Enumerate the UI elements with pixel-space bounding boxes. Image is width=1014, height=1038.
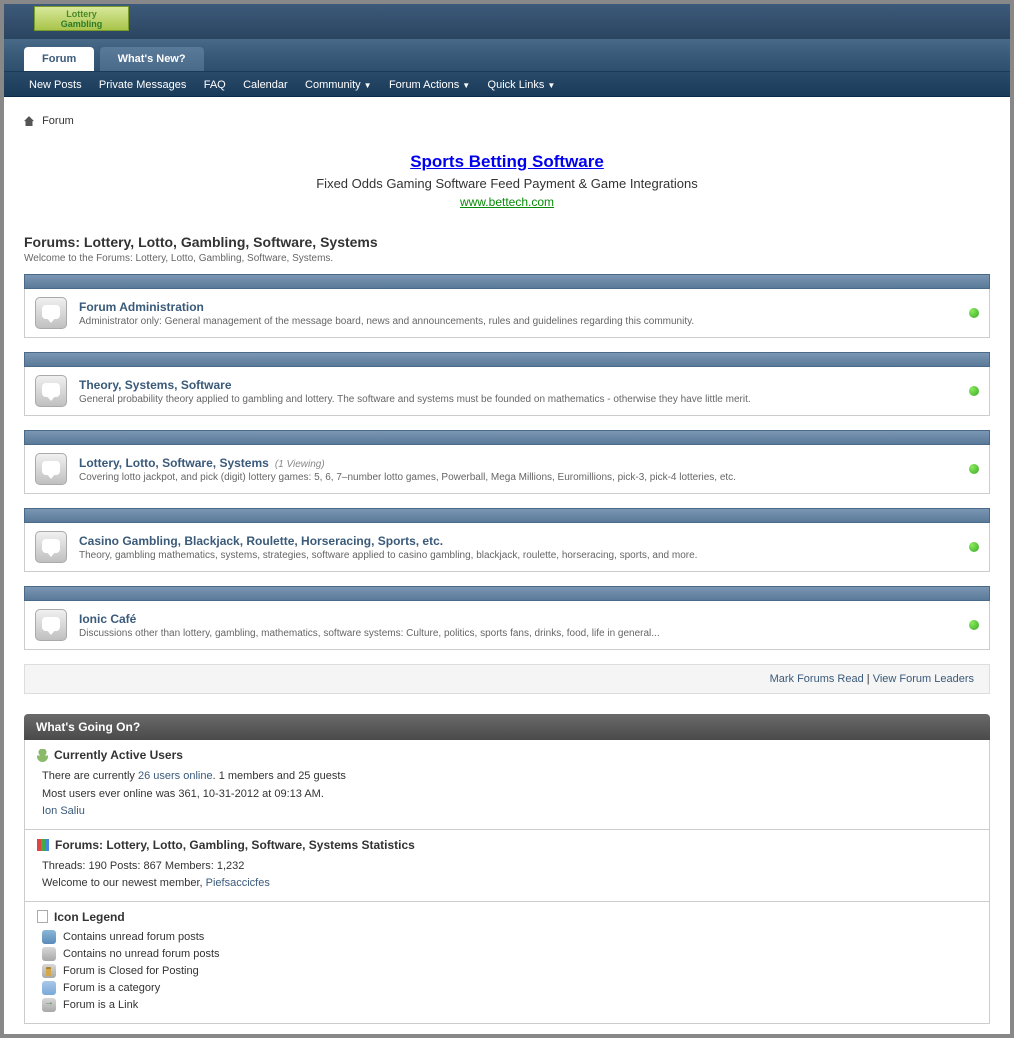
ad-description: Fixed Odds Gaming Software Feed Payment …	[24, 176, 990, 191]
chevron-down-icon: ▼	[364, 81, 372, 90]
subnav-private-messages[interactable]: Private Messages	[99, 79, 186, 91]
forum-category-header[interactable]	[24, 430, 990, 445]
forum-row[interactable]: Forum Administration Administrator only: …	[24, 289, 990, 338]
category-icon	[42, 981, 56, 995]
forum-title-link[interactable]: Ionic Café	[79, 612, 136, 626]
forum-description: General probability theory applied to ga…	[79, 394, 969, 405]
forum-title-link[interactable]: Casino Gambling, Blackjack, Roulette, Ho…	[79, 534, 443, 548]
online-status-icon	[969, 464, 979, 474]
online-status-icon	[969, 308, 979, 318]
view-forum-leaders-link[interactable]: View Forum Leaders	[873, 673, 974, 685]
breadcrumb-forum[interactable]: Forum	[42, 115, 74, 127]
active-users-title: Currently Active Users	[37, 748, 977, 762]
forum-description: Theory, gambling mathematics, systems, s…	[79, 550, 969, 561]
legend-category: Forum is a category	[37, 981, 977, 995]
forum-viewing-count: (1 Viewing)	[275, 459, 325, 470]
forum-title-link[interactable]: Theory, Systems, Software	[79, 378, 232, 392]
mark-forums-read-link[interactable]: Mark Forums Read	[770, 673, 864, 685]
page-title: Forums: Lottery, Lotto, Gambling, Softwa…	[24, 234, 990, 250]
forum-category-header[interactable]	[24, 352, 990, 367]
icon-legend-section: Icon Legend Contains unread forum posts …	[24, 902, 990, 1024]
forum-block: Casino Gambling, Blackjack, Roulette, Ho…	[24, 508, 990, 572]
unread-posts-icon	[42, 930, 56, 944]
forum-status-icon	[35, 531, 67, 563]
footer-links: Mark Forums Read | View Forum Leaders	[24, 664, 990, 694]
ad-title-link[interactable]: Sports Betting Software	[24, 152, 990, 172]
forum-status-icon	[35, 453, 67, 485]
link-forum-icon	[42, 998, 56, 1012]
forum-title-link[interactable]: Lottery, Lotto, Software, Systems	[79, 456, 269, 470]
tab-forum[interactable]: Forum	[24, 47, 94, 71]
subnav-community[interactable]: Community▼	[305, 79, 372, 91]
page-welcome: Welcome to the Forums: Lottery, Lotto, G…	[24, 253, 990, 264]
online-status-icon	[969, 542, 979, 552]
forum-title-link[interactable]: Forum Administration	[79, 300, 204, 314]
no-unread-posts-icon	[42, 947, 56, 961]
forum-category-header[interactable]	[24, 586, 990, 601]
forum-category-header[interactable]	[24, 508, 990, 523]
chevron-down-icon: ▼	[547, 81, 555, 90]
header-bar: Lottery Gambling	[4, 4, 1010, 39]
users-online-link[interactable]: 26 users online	[138, 770, 213, 782]
forum-block: Lottery, Lotto, Software, Systems (1 View…	[24, 430, 990, 494]
icon-legend-title: Icon Legend	[37, 910, 977, 924]
user-icon	[37, 749, 48, 762]
forum-stats-title: Forums: Lottery, Lotto, Gambling, Softwa…	[37, 838, 977, 852]
sub-navigation: New Posts Private Messages FAQ Calendar …	[4, 72, 1010, 97]
forum-row[interactable]: Lottery, Lotto, Software, Systems (1 View…	[24, 445, 990, 494]
forum-row[interactable]: Ionic Café Discussions other than lottery…	[24, 601, 990, 650]
forum-row[interactable]: Casino Gambling, Blackjack, Roulette, Ho…	[24, 523, 990, 572]
legend-closed: Forum is Closed for Posting	[37, 964, 977, 978]
forum-description: Discussions other than lottery, gambling…	[79, 628, 969, 639]
forum-description: Covering lotto jackpot, and pick (digit)…	[79, 472, 969, 483]
subnav-new-posts[interactable]: New Posts	[29, 79, 82, 91]
forum-status-icon	[35, 297, 67, 329]
subnav-faq[interactable]: FAQ	[204, 79, 226, 91]
member-link[interactable]: Ion Saliu	[42, 805, 85, 817]
home-icon[interactable]	[24, 116, 34, 126]
forum-description: Administrator only: General management o…	[79, 316, 969, 327]
forum-status-icon	[35, 609, 67, 641]
forum-block: Ionic Café Discussions other than lottery…	[24, 586, 990, 650]
legend-unread: Contains unread forum posts	[37, 930, 977, 944]
forum-stats-section: Forums: Lottery, Lotto, Gambling, Softwa…	[24, 830, 990, 902]
most-users-online: Most users ever online was 361, 10-31-20…	[42, 786, 977, 804]
subnav-calendar[interactable]: Calendar	[243, 79, 288, 91]
stats-icon	[37, 839, 49, 851]
stats-counts: Threads: 190 Posts: 867 Members: 1,232	[42, 858, 977, 876]
legend-read: Contains no unread forum posts	[37, 947, 977, 961]
online-status-icon	[969, 386, 979, 396]
forum-block: Theory, Systems, Software General probabi…	[24, 352, 990, 416]
active-users-section: Currently Active Users There are current…	[24, 740, 990, 830]
site-logo[interactable]: Lottery Gambling	[34, 6, 129, 31]
forum-row[interactable]: Theory, Systems, Software General probabi…	[24, 367, 990, 416]
tab-whats-new[interactable]: What's New?	[100, 47, 204, 71]
closed-forum-icon	[42, 964, 56, 978]
newest-member-link[interactable]: Piefsaccicfes	[206, 877, 270, 889]
subnav-quick-links[interactable]: Quick Links▼	[488, 79, 556, 91]
document-icon	[37, 910, 48, 923]
logo-text-1: Lottery	[66, 9, 97, 19]
breadcrumb: Forum	[24, 107, 990, 142]
forum-category-header[interactable]	[24, 274, 990, 289]
forum-block: Forum Administration Administrator only: …	[24, 274, 990, 338]
forum-status-icon	[35, 375, 67, 407]
advertisement: Sports Betting Software Fixed Odds Gamin…	[24, 152, 990, 209]
online-status-icon	[969, 620, 979, 630]
main-tabs: Forum What's New?	[4, 39, 1010, 72]
ad-url-link[interactable]: www.bettech.com	[460, 195, 554, 209]
chevron-down-icon: ▼	[462, 81, 470, 90]
subnav-forum-actions[interactable]: Forum Actions▼	[389, 79, 470, 91]
legend-link: Forum is a Link	[37, 998, 977, 1012]
logo-text-2: Gambling	[61, 19, 103, 29]
whats-going-on-header: What's Going On?	[24, 714, 990, 740]
